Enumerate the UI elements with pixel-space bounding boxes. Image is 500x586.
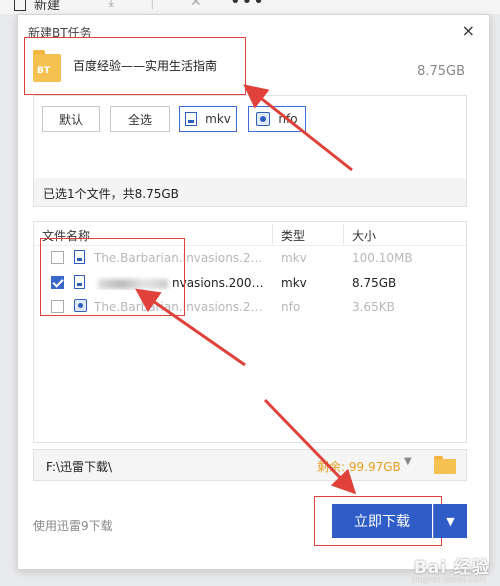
use-xunlei-link[interactable]: 使用迅雷9下载 [33, 517, 113, 534]
video-file-icon [185, 112, 198, 126]
new-bt-task-dialog: 新建BT任务 × BT 百度经验——实用生活指南 8.75GB 默认 全选 mk… [17, 14, 490, 570]
filter-select-all-button[interactable]: 全选 [110, 106, 170, 132]
column-size-header[interactable]: 大小 [352, 227, 376, 244]
download-options-button[interactable]: ▼ [433, 504, 467, 538]
download-icon[interactable]: ⤓ [108, 0, 114, 10]
file-size: 8.75GB [352, 276, 397, 290]
filter-panel: 默认 全选 mkv nfo 已选1个文件，共8.75GB [33, 95, 467, 207]
torrent-header: BT 百度经验——实用生活指南 [24, 37, 246, 95]
filter-default-button[interactable]: 默认 [42, 106, 100, 132]
torrent-name: 百度经验——实用生活指南 [73, 59, 218, 73]
column-type-header[interactable]: 类型 [281, 227, 305, 244]
annotation-box [40, 238, 185, 316]
divider: | [150, 0, 155, 10]
file-type: mkv [281, 276, 307, 290]
free-space: 剩余: 99.97GB [317, 460, 401, 474]
save-path-bar[interactable]: F:\迅雷下载\ 剩余: 99.97GB ▼ [33, 449, 467, 481]
torrent-size: 8.75GB [417, 64, 465, 79]
filter-mkv-button[interactable]: mkv [179, 106, 237, 132]
save-path[interactable]: F:\迅雷下载\ [46, 458, 112, 475]
new-task-button[interactable]: 新建 [14, 0, 60, 13]
file-type: mkv [281, 251, 307, 265]
caret-down-icon: ▼ [446, 514, 455, 528]
watermark-url: jingyan.baidu.com [412, 575, 486, 584]
selection-summary: 已选1个文件，共8.75GB [34, 178, 466, 206]
app-toolbar: 新建 ⤓ | ✕ ••• [0, 0, 500, 14]
file-size: 3.65KB [352, 300, 395, 314]
filter-nfo-button[interactable]: nfo [248, 106, 306, 132]
file-type: nfo [281, 300, 301, 314]
delete-icon[interactable]: ✕ [190, 0, 202, 10]
download-now-button[interactable]: 立即下载 [332, 504, 432, 538]
nfo-file-icon [256, 112, 271, 126]
bt-folder-icon: BT [33, 50, 61, 82]
browse-folder-icon[interactable] [434, 456, 456, 474]
new-task-icon [14, 0, 26, 11]
close-icon[interactable]: × [462, 21, 475, 40]
chevron-down-icon[interactable]: ▼ [404, 456, 412, 467]
file-size: 100.10MB [352, 251, 413, 265]
more-icon[interactable]: ••• [230, 0, 265, 12]
